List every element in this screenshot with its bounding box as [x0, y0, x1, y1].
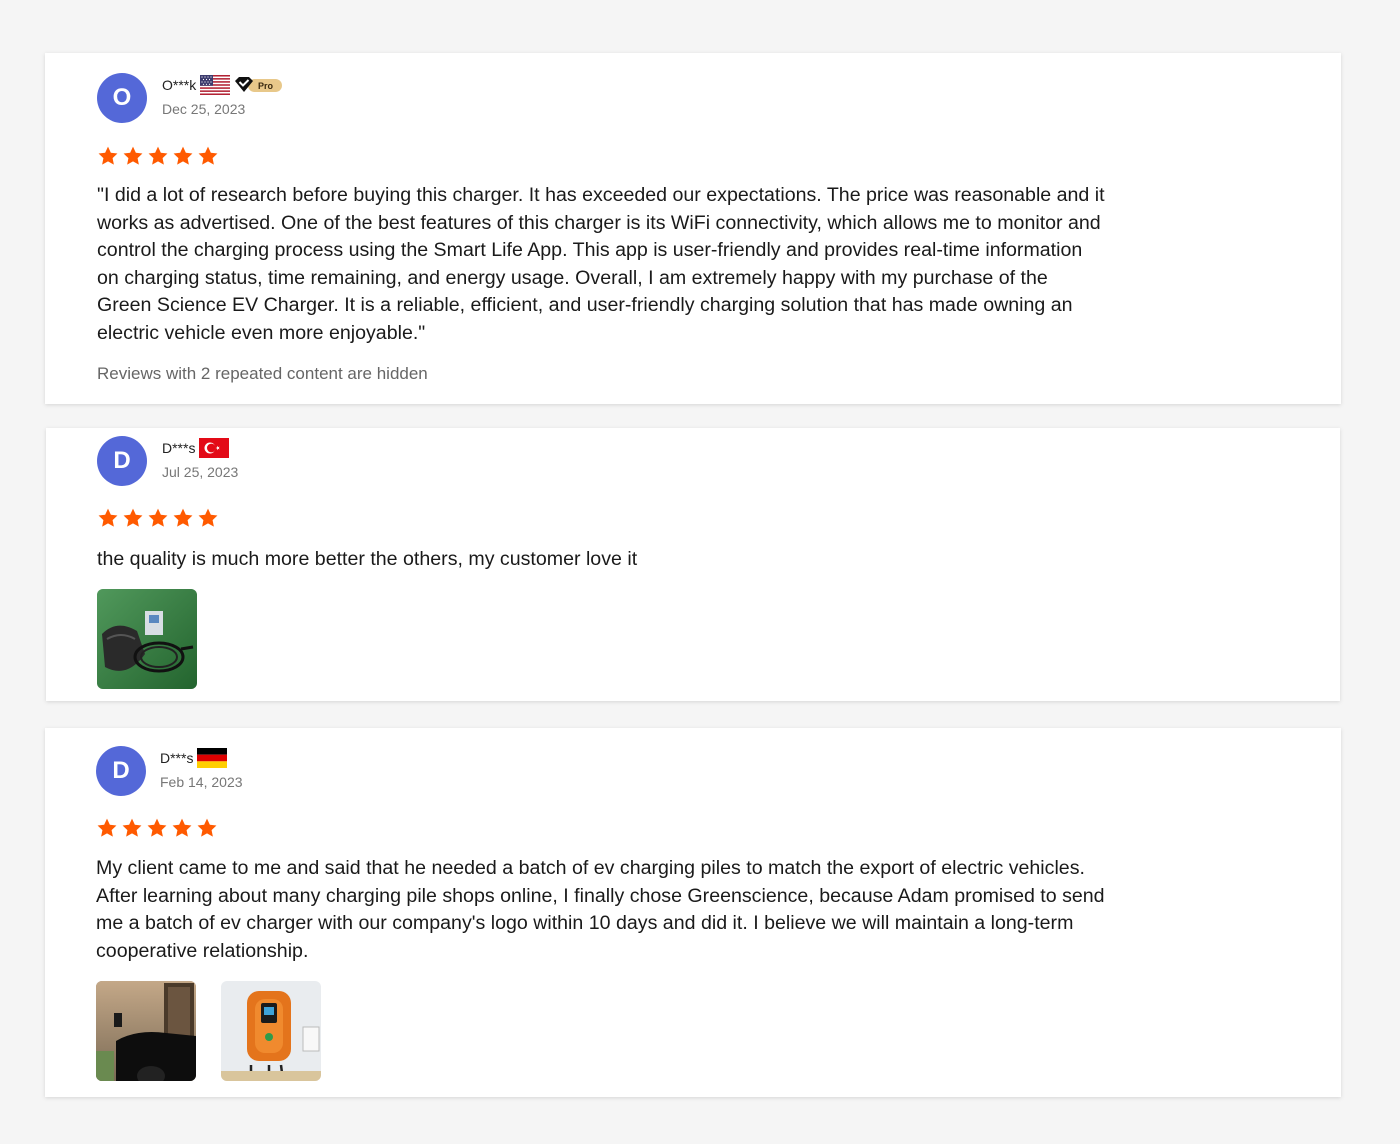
star-rating	[97, 145, 219, 167]
review-card: O O***k Pro Dec 25, 2023 "I did a lot of…	[45, 53, 1341, 404]
star-icon	[97, 507, 119, 529]
review-text: the quality is much more better the othe…	[97, 548, 638, 570]
avatar: D	[96, 746, 146, 796]
review-date: Feb 14, 2023	[160, 774, 243, 790]
reviewer-name: O***k	[162, 77, 197, 93]
star-icon	[121, 817, 143, 839]
review-photo-thumbnail[interactable]	[97, 589, 197, 689]
star-icon	[96, 817, 118, 839]
star-icon	[172, 507, 194, 529]
star-icon	[122, 507, 144, 529]
star-icon	[147, 145, 169, 167]
star-icon	[196, 817, 218, 839]
avatar: O	[97, 73, 147, 123]
star-icon	[197, 507, 219, 529]
star-rating	[97, 507, 219, 529]
review-photo-thumbnail[interactable]	[96, 981, 196, 1081]
germany-flag-icon	[197, 748, 228, 768]
review-photo-thumbnail[interactable]	[221, 981, 321, 1081]
review-date: Dec 25, 2023	[162, 101, 246, 117]
us-flag-icon	[200, 75, 231, 95]
wall-charger-car-photo	[96, 981, 196, 1081]
review-date: Jul 25, 2023	[162, 464, 239, 480]
review-text: "I did a lot of research before buying t…	[97, 184, 1105, 344]
star-icon	[172, 145, 194, 167]
star-rating	[96, 817, 218, 839]
avatar: D	[97, 436, 147, 486]
star-icon	[171, 817, 193, 839]
review-card: D D***s Jul 25, 2023 the quality is much…	[46, 428, 1340, 701]
hidden-reviews-note[interactable]: Reviews with 2 repeated content are hidd…	[97, 364, 428, 384]
charger-package-photo	[97, 589, 197, 689]
pro-badge: Pro	[234, 76, 284, 94]
reviewer-name: D***s	[162, 440, 196, 456]
star-icon	[122, 145, 144, 167]
pro-badge-label: Pro	[258, 81, 274, 91]
review-card: D D***s Feb 14, 2023 My client came to m…	[45, 728, 1341, 1097]
turkey-flag-icon	[199, 438, 230, 458]
star-icon	[97, 145, 119, 167]
review-text: My client came to me and said that he ne…	[96, 857, 1105, 962]
star-icon	[146, 817, 168, 839]
star-icon	[197, 145, 219, 167]
orange-charger-photo	[221, 981, 321, 1081]
star-icon	[147, 507, 169, 529]
reviewer-name: D***s	[160, 750, 194, 766]
